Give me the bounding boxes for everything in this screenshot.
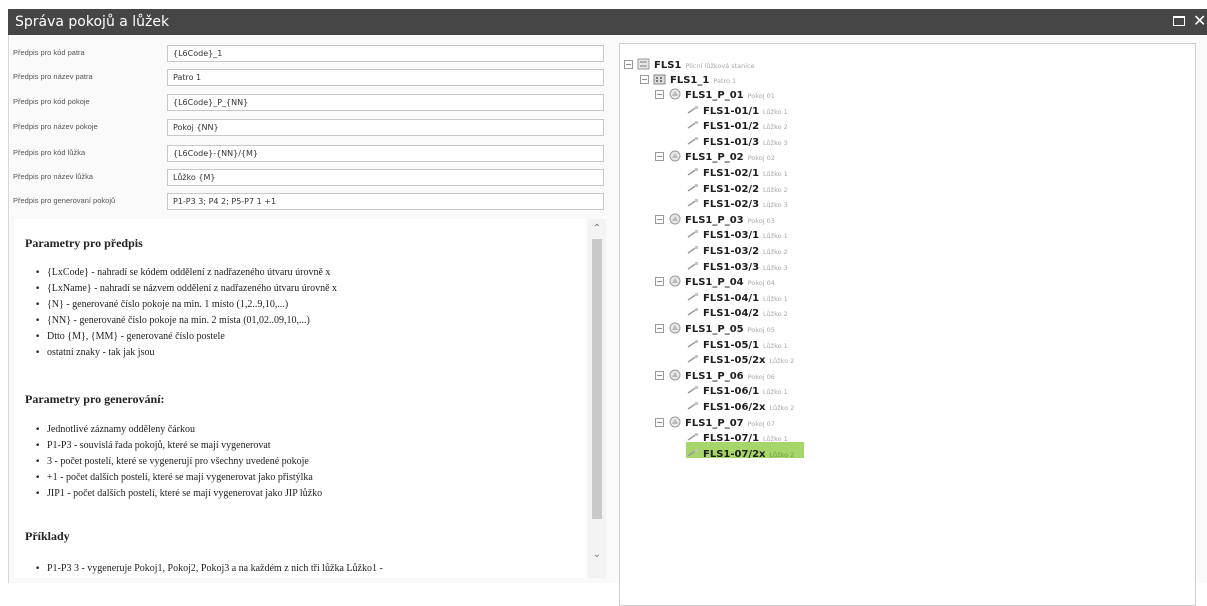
collapse-toggle-icon[interactable]: − [655, 417, 664, 427]
node-name: Lůžko 2 [769, 450, 795, 459]
form-row: Předpis pro název lůžka Lůžko {M} [13, 169, 606, 186]
tree-node-bed[interactable]: FLS1-05/2x Lůžko 2 [686, 348, 794, 366]
tree-node-bed[interactable]: FLS1-03/3 Lůžko 3 [686, 255, 788, 273]
collapse-toggle-icon[interactable]: − [640, 75, 649, 84]
tree-node-room[interactable]: − FLS1_P_01 Pokoj 01 [655, 83, 775, 101]
help-list-item: +1 - počet dalších postelí, které se maj… [35, 470, 322, 486]
field-label: Předpis pro název pokoje [13, 122, 98, 131]
tree-node-room[interactable]: − FLS1_P_04 Pokoj 04 [655, 270, 775, 288]
tree-node-bed[interactable]: FLS1-01/2 Lůžko 2 [686, 114, 788, 132]
scroll-down-icon[interactable]: ⌄ [588, 549, 606, 563]
help-list: P1-P3 3 - vygeneruje Pokoj1, Pokoj2, Pok… [35, 561, 383, 577]
scroll-up-icon[interactable]: ⌃ [588, 223, 606, 237]
field-label: Předpis pro kód pokoje [13, 97, 90, 106]
help-list-item: {NN} - generované číslo pokoje na min. 2… [35, 313, 337, 329]
tree-node-room[interactable]: − FLS1_P_03 Pokoj 03 [655, 208, 775, 226]
tree-node-room[interactable]: − FLS1_P_07 Pokoj 07 [655, 411, 775, 429]
field-label: Předpis pro kód patra [13, 48, 85, 57]
field-input[interactable]: {L6Code}_1 [167, 45, 604, 62]
help-heading: Parametry pro předpis [25, 236, 143, 250]
field-input[interactable]: P1-P3 3; P4 2; P5-P7 1 +1 [167, 193, 604, 210]
maximize-icon[interactable] [1172, 15, 1188, 29]
help-heading: Příklady [25, 529, 70, 543]
collapse-toggle-icon[interactable]: − [655, 152, 664, 162]
help-list-item: P1-P3 3 - vygeneruje Pokoj1, Pokoj2, Pok… [35, 561, 383, 577]
tree-node-bed[interactable]: FLS1-06/2x Lůžko 2 [686, 395, 794, 413]
help-list-item: {LxName} - nahradí se názvem oddělení z … [35, 281, 337, 297]
tree-node-room[interactable]: − FLS1_P_06 Pokoj 06 [655, 364, 775, 382]
help-list-item: Jednotlivé záznamy odděleny čárkou [35, 422, 322, 438]
room-icon [669, 275, 681, 287]
room-icon [669, 416, 681, 428]
room-icon [669, 150, 681, 162]
tree-node-bed[interactable]: FLS1-04/1 Lůžko 1 [686, 286, 788, 304]
tree-node-bed[interactable]: FLS1-03/1 Lůžko 1 [686, 223, 788, 241]
help-list-item: Dtto {M}, {MM} - generované číslo postel… [35, 329, 337, 345]
tree-node-bed[interactable]: FLS1-02/1 Lůžko 1 [686, 161, 788, 179]
form-row: Předpis pro generovaní pokojů P1-P3 3; P4… [13, 193, 606, 210]
tree-node-bed[interactable]: FLS1-05/1 Lůžko 1 [686, 333, 788, 351]
scrollbar-thumb[interactable] [592, 239, 602, 519]
collapse-toggle-icon[interactable]: − [655, 324, 664, 333]
room-icon [669, 88, 681, 100]
field-input[interactable]: {L6Code}_P_{NN} [167, 94, 604, 111]
field-label: Předpis pro název patra [13, 72, 93, 81]
tree-node-department[interactable]: − FLS1 Plicní lůžková stanice [624, 53, 755, 71]
close-icon[interactable]: ✕ [1193, 12, 1207, 30]
node-code: FLS1-07/2x [703, 448, 766, 460]
window-titlebar: Správa pokojů a lůžek [8, 9, 1207, 35]
tree-node-bed[interactable]: FLS1-03/2 Lůžko 2 [686, 239, 788, 257]
room-tree: − FLS1 Plicní lůžková stanice − FLS1_1 Patro … [619, 43, 1196, 606]
collapse-toggle-icon[interactable]: − [655, 277, 664, 287]
form-row: Předpis pro kód pokoje {L6Code}_P_{NN} [13, 94, 606, 111]
help-heading: Parametry pro generování: [25, 392, 165, 406]
collapse-toggle-icon[interactable]: − [624, 60, 633, 69]
help-scrollbar[interactable]: ⌃ ⌄ [588, 219, 606, 578]
help-list: Jednotlivé záznamy odděleny čárkouP1-P3 … [35, 422, 322, 502]
help-list-item: {N} - generované číslo pokoje na min. 1 … [35, 297, 337, 313]
tree-node-bed[interactable]: FLS1-02/2 Lůžko 2 [686, 177, 788, 195]
collapse-toggle-icon[interactable]: − [655, 90, 664, 99]
form-row: Předpis pro název pokoje Pokoj {NN} [13, 119, 606, 136]
help-list-item: P1-P3 - souvislá řada pokojů, které se m… [35, 438, 322, 454]
help-list: {LxCode} - nahradí se kódem oddělení z n… [35, 265, 337, 361]
tree-node-bed[interactable]: FLS1-06/1 Lůžko 1 [686, 379, 788, 397]
form-row: Předpis pro kód patra {L6Code}_1 [13, 45, 606, 62]
tree-node-bed[interactable]: FLS1-04/2 Lůžko 2 [686, 301, 788, 319]
room-icon [669, 369, 681, 381]
field-input[interactable]: Pokoj {NN} [167, 119, 604, 136]
help-list-item: JIP1 - počet dalších postelí, které se m… [35, 486, 322, 502]
tree-node-bed[interactable]: FLS1-01/3 Lůžko 3 [686, 130, 788, 148]
room-icon [669, 322, 681, 334]
tree-node-bed[interactable]: FLS1-07/1 Lůžko 1 [686, 426, 788, 444]
tree-node-room[interactable]: − FLS1_P_05 Pokoj 05 [655, 317, 775, 335]
help-list-item: ostatní znaky - tak jak jsou [35, 345, 337, 361]
room-icon [669, 213, 681, 225]
help-panel: Parametry pro předpis {LxCode} - nahradí … [14, 219, 586, 578]
window-title: Správa pokojů a lůžek [15, 14, 170, 30]
field-label: Předpis pro kód lůžka [13, 148, 86, 157]
collapse-toggle-icon[interactable]: − [655, 214, 664, 224]
tree-node-bed[interactable]: FLS1-01/1 Lůžko 1 [686, 99, 788, 117]
field-input[interactable]: Lůžko {M} [167, 169, 604, 186]
field-input[interactable]: Patro 1 [167, 69, 604, 86]
form-row: Předpis pro název patra Patro 1 [13, 69, 606, 86]
form-row: Předpis pro kód lůžka {L6Code}-{NN}/{M} [13, 145, 606, 162]
bed-icon [687, 448, 698, 457]
help-list-item: 3 - počet postelí, které se vygenerují p… [35, 454, 322, 470]
tree-node-floor[interactable]: − FLS1_1 Patro 1 [640, 68, 736, 86]
field-input[interactable]: {L6Code}-{NN}/{M} [167, 145, 604, 162]
field-label: Předpis pro generovaní pokojů [13, 196, 116, 205]
tree-node-bed[interactable]: FLS1-02/3 Lůžko 3 [686, 192, 788, 210]
tree-node-bed[interactable]: FLS1-07/2x Lůžko 2 [686, 441, 804, 460]
tree-node-room[interactable]: − FLS1_P_02 Pokoj 02 [655, 145, 775, 163]
field-label: Předpis pro název lůžka [13, 172, 94, 181]
collapse-toggle-icon[interactable]: − [655, 370, 664, 380]
help-list-item: {LxCode} - nahradí se kódem oddělení z n… [35, 265, 337, 281]
